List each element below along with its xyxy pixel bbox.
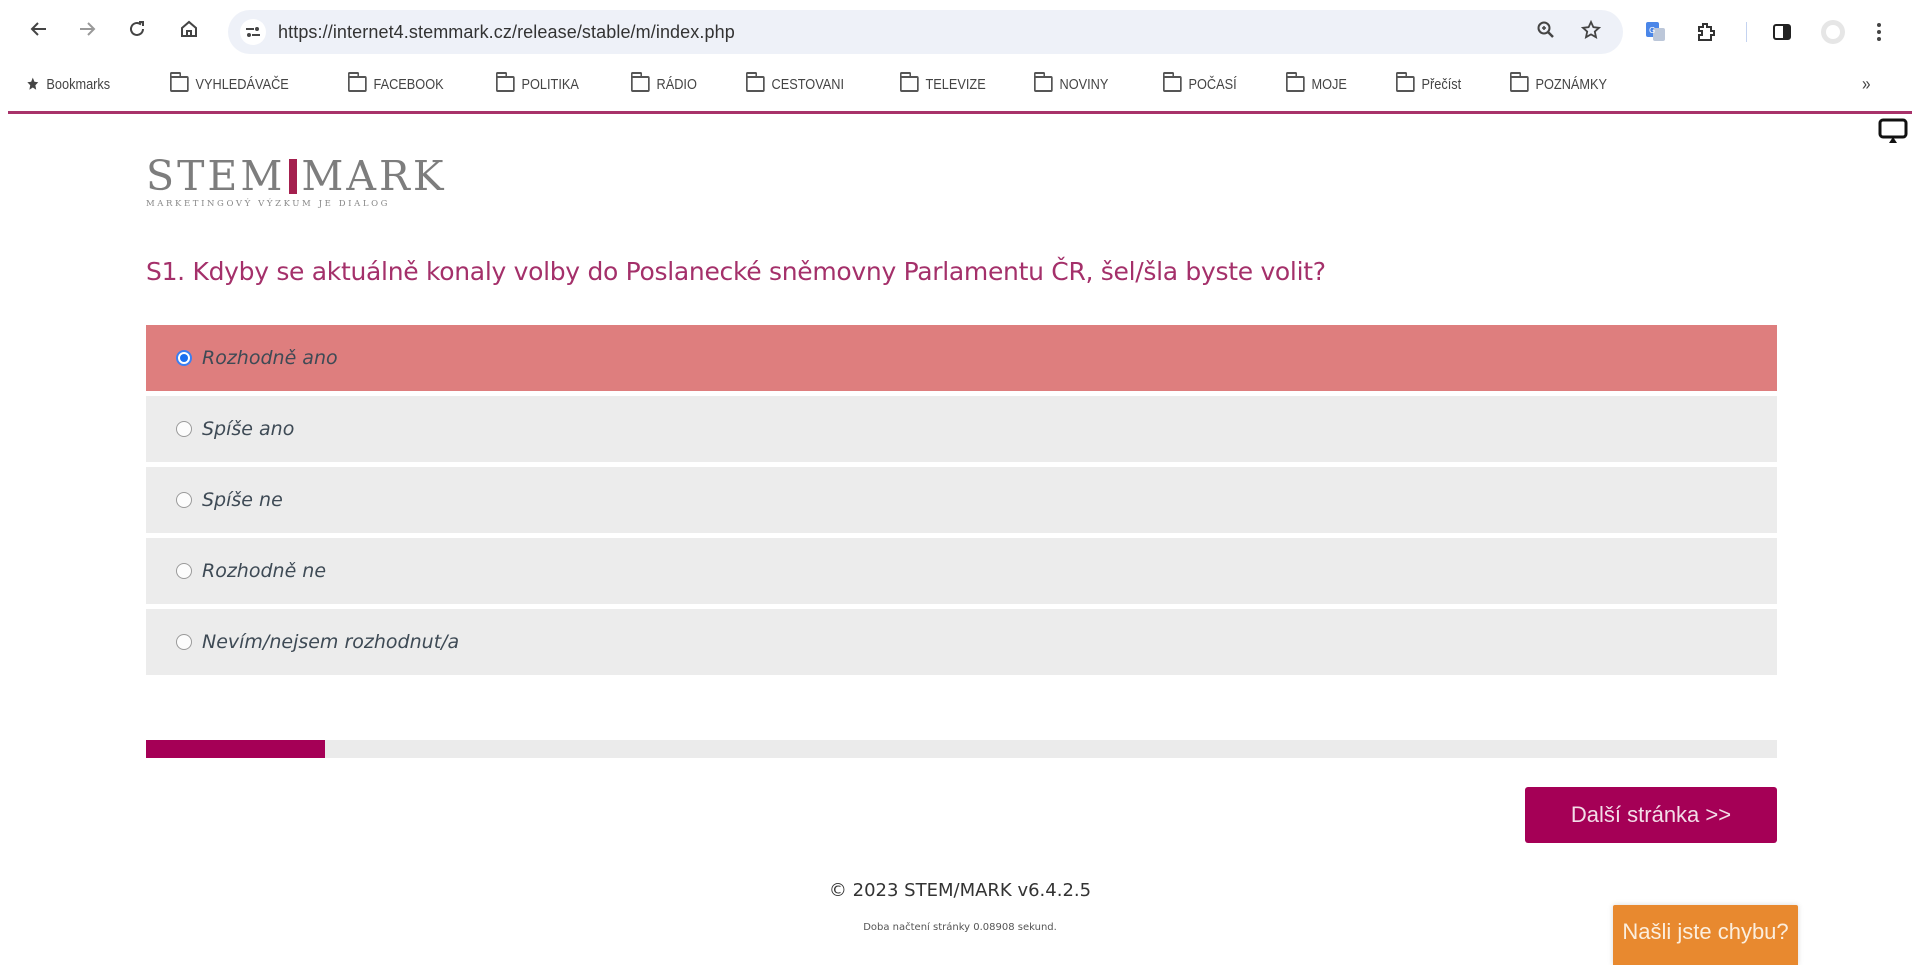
bookmarks-bar: Bookmarks VYHLEDÁVAČE FACEBOOK POLITIKA … [0, 64, 1920, 104]
question-title: S1. Kdyby se aktuálně konaly volby do Po… [146, 257, 1326, 286]
back-arrow-icon [30, 22, 46, 36]
bookmark-label: Bookmarks [46, 75, 111, 93]
bookmark-label: POLITIKA [521, 75, 579, 93]
side-panel-button[interactable] [1772, 18, 1792, 46]
progress-bar-fill [146, 740, 326, 758]
monitor-icon[interactable] [1878, 118, 1908, 144]
folder-icon [630, 72, 650, 92]
bookmark-bookmarks[interactable]: Bookmarks [26, 72, 110, 96]
zoom-button[interactable] [1533, 20, 1559, 45]
home-icon [181, 20, 197, 37]
folder-icon [1509, 72, 1529, 92]
site-info-icon [246, 27, 260, 37]
bookmark-label: Přečíst [1421, 75, 1462, 93]
toolbar-divider [1746, 22, 1747, 42]
logo-tagline: MARKETINGOVÝ VÝZKUM JE DIALOG [146, 199, 391, 209]
folder-icon [495, 72, 515, 92]
bookmark-star-button[interactable] [1578, 19, 1604, 45]
bookmark-label: VYHLEDÁVAČE [195, 75, 289, 93]
bookmark-folder[interactable]: POLITIKA [495, 72, 579, 96]
answer-option[interactable]: Rozhodně ano [146, 325, 1777, 391]
bookmark-folder[interactable]: FACEBOOK [347, 72, 444, 96]
bookmark-label: FACEBOOK [373, 75, 444, 93]
folder-icon [1033, 72, 1053, 92]
forward-arrow-icon [80, 22, 96, 36]
reload-icon [130, 21, 144, 36]
answer-option[interactable]: Spíše ano [146, 396, 1777, 462]
home-button[interactable] [174, 14, 204, 44]
bookmark-star-icon [1580, 19, 1602, 39]
bookmark-folder[interactable]: CESTOVANI [745, 72, 845, 96]
folder-icon [1162, 72, 1182, 92]
bookmark-label: POČASÍ [1188, 75, 1237, 93]
logo-text-left: STEM [146, 152, 286, 200]
answer-label: Spíše ano [202, 418, 295, 440]
answer-label: Rozhodně ano [202, 347, 338, 369]
bookmark-folder[interactable]: POZNÁMKY [1509, 72, 1608, 96]
reload-button[interactable] [122, 14, 152, 44]
answer-option[interactable]: Nevím/nejsem rozhodnut/a [146, 609, 1777, 675]
forward-button[interactable] [72, 14, 102, 44]
bookmark-label: NOVINY [1059, 75, 1109, 93]
bookmark-folder[interactable]: RÁDIO [630, 72, 697, 96]
bookmark-label: TELEVIZE [925, 75, 986, 93]
bookmark-label: CESTOVANI [771, 75, 845, 93]
report-bug-button[interactable]: Našli jste chybu? [1613, 905, 1798, 965]
back-button[interactable] [24, 14, 54, 44]
progress-bar [146, 740, 1777, 758]
answer-option[interactable]: Rozhodně ne [146, 538, 1777, 604]
google-translate-icon: G [1646, 22, 1665, 41]
answer-options: Rozhodně ano Spíše ano Spíše ne Rozhodně… [146, 325, 1777, 680]
logo-text-right: MARK [301, 152, 447, 200]
answer-option[interactable]: Spíše ne [146, 467, 1777, 533]
folder-icon [1395, 72, 1415, 92]
bookmark-folder[interactable]: POČASÍ [1162, 72, 1237, 96]
radio-button[interactable] [176, 563, 192, 579]
folder-icon [899, 72, 919, 92]
logo-mark-icon [289, 158, 298, 194]
stemmark-logo: STEM MARK MARKETINGOVÝ VÝZKUM JE DIALOG [146, 153, 446, 213]
extensions-icon [1698, 23, 1715, 41]
folder-icon [745, 72, 765, 92]
answer-label: Rozhodně ne [202, 560, 327, 582]
extensions-button[interactable] [1695, 18, 1717, 46]
bookmarks-overflow-button[interactable]: » [1862, 72, 1871, 96]
url-text[interactable]: https://internet4.stemmark.cz/release/st… [278, 22, 735, 43]
footer-copyright: © 2023 STEM/MARK v6.4.2.5 [828, 880, 1092, 901]
folder-icon [347, 72, 367, 92]
address-bar[interactable]: https://internet4.stemmark.cz/release/st… [228, 10, 1623, 54]
next-page-button[interactable]: Další stránka >> [1525, 787, 1777, 843]
folder-icon [169, 72, 189, 92]
radio-button-checked[interactable] [176, 350, 192, 366]
menu-icon [1877, 23, 1881, 41]
browser-chrome: https://internet4.stemmark.cz/release/st… [0, 0, 1920, 112]
bookmark-folder[interactable]: MOJE [1285, 72, 1347, 96]
profile-button[interactable] [1820, 18, 1846, 46]
answer-label: Spíše ne [202, 489, 283, 511]
answer-label: Nevím/nejsem rozhodnut/a [202, 631, 460, 653]
site-info-button[interactable] [240, 19, 266, 45]
bookmark-label: MOJE [1311, 75, 1347, 93]
folder-icon [1285, 72, 1305, 92]
bookmark-folder[interactable]: Přečíst [1395, 72, 1462, 96]
side-panel-icon [1773, 24, 1791, 40]
radio-button[interactable] [176, 492, 192, 508]
zoom-icon [1537, 21, 1554, 38]
bookmark-label: RÁDIO [656, 75, 697, 93]
bookmark-label: POZNÁMKY [1535, 75, 1608, 93]
menu-button[interactable] [1876, 18, 1882, 46]
bookmark-folder[interactable]: VYHLEDÁVAČE [169, 72, 289, 96]
radio-button[interactable] [176, 634, 192, 650]
svg-text:G: G [1649, 26, 1655, 35]
bookmark-folder[interactable]: NOVINY [1033, 72, 1109, 96]
page-top-border [8, 111, 1912, 114]
profile-avatar-icon [1821, 20, 1845, 44]
bookmark-folder[interactable]: TELEVIZE [899, 72, 986, 96]
radio-button[interactable] [176, 421, 192, 437]
star-icon [27, 77, 39, 90]
google-translate-button[interactable]: G [1645, 18, 1667, 46]
